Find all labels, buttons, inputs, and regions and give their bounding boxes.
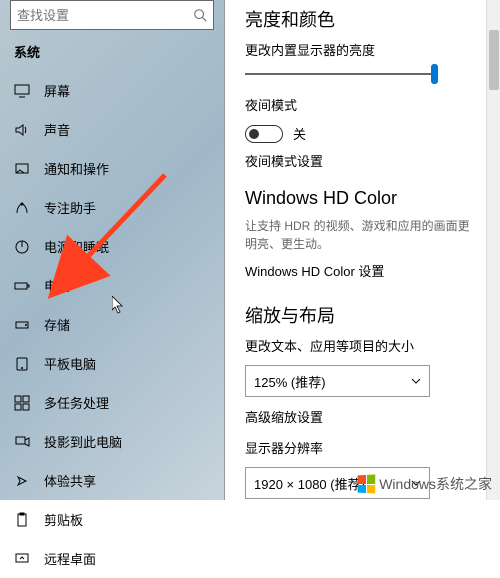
nav-label: 体验共享 bbox=[44, 471, 96, 490]
brightness-title: 亮度和颜色 bbox=[245, 6, 480, 32]
chevron-down-icon bbox=[411, 376, 421, 386]
dropdown-value: 125% (推荐) bbox=[254, 372, 326, 391]
project-icon bbox=[14, 434, 30, 450]
power-icon bbox=[14, 239, 30, 255]
sound-icon bbox=[14, 122, 30, 138]
nav-label: 平板电脑 bbox=[44, 354, 96, 373]
nav-item-remote[interactable]: 远程卓面 bbox=[0, 539, 224, 578]
night-mode-toggle[interactable] bbox=[245, 125, 283, 143]
night-mode-label: 夜间模式 bbox=[245, 95, 480, 114]
nav-item-storage[interactable]: 存储 bbox=[0, 305, 224, 344]
night-mode-settings-link[interactable]: 夜间模式设置 bbox=[245, 151, 480, 170]
windows-logo-icon bbox=[358, 475, 376, 494]
nav-item-clipboard[interactable]: 剪贴板 bbox=[0, 500, 224, 539]
slider-thumb[interactable] bbox=[431, 64, 438, 84]
text-size-label: 更改文本、应用等项目的大小 bbox=[245, 336, 480, 355]
focus-icon bbox=[14, 200, 30, 216]
nav-item-battery[interactable]: 电池 bbox=[0, 266, 224, 305]
nav-label: 屏幕 bbox=[44, 81, 70, 100]
nav-label: 电源和睡眠 bbox=[44, 237, 109, 256]
shared-icon bbox=[14, 473, 30, 489]
nav-item-notifications[interactable]: 通知和操作 bbox=[0, 149, 224, 188]
remote-icon bbox=[14, 551, 30, 567]
resolution-label: 显示器分辨率 bbox=[245, 438, 480, 457]
nav-label: 声音 bbox=[44, 120, 70, 139]
nav-label: 远程卓面 bbox=[44, 549, 96, 568]
nav-item-multitask[interactable]: 多任务处理 bbox=[0, 383, 224, 422]
nav-item-focus[interactable]: 专注助手 bbox=[0, 188, 224, 227]
nav-label: 通知和操作 bbox=[44, 159, 109, 178]
nav-item-power[interactable]: 电源和睡眠 bbox=[0, 227, 224, 266]
brightness-sub: 更改内置显示器的亮度 bbox=[245, 40, 480, 59]
nav-label: 剪贴板 bbox=[44, 510, 83, 529]
scale-title: 缩放与布局 bbox=[245, 302, 480, 328]
nav-label: 存储 bbox=[44, 315, 70, 334]
hdcolor-title: Windows HD Color bbox=[245, 188, 480, 209]
nav-label: 电池 bbox=[44, 276, 70, 295]
brightness-slider[interactable] bbox=[245, 73, 435, 75]
toggle-state: 关 bbox=[293, 124, 306, 143]
main-panel: 亮度和颜色 更改内置显示器的亮度 夜间模式 关 夜间模式设置 Windows H… bbox=[225, 0, 500, 500]
nav-item-display[interactable]: 屏幕 bbox=[0, 71, 224, 110]
scrollbar[interactable] bbox=[486, 0, 500, 500]
sidebar: 系统 屏幕 声音 通知和操作 专注助手 电源和睡眠 电池 存储 平板电脑 多任务… bbox=[0, 0, 225, 500]
notification-icon bbox=[14, 161, 30, 177]
advanced-scale-link[interactable]: 高级缩放设置 bbox=[245, 407, 480, 426]
dropdown-value: 1920 × 1080 (推荐) bbox=[254, 474, 365, 493]
nav-list: 屏幕 声音 通知和操作 专注助手 电源和睡眠 电池 存储 平板电脑 多任务处理 … bbox=[0, 71, 224, 578]
watermark-text: Windows系统之家 bbox=[379, 474, 492, 494]
nav-item-tablet[interactable]: 平板电脑 bbox=[0, 344, 224, 383]
toggle-knob bbox=[249, 129, 259, 139]
text-size-dropdown[interactable]: 125% (推荐) bbox=[245, 365, 430, 397]
scrollbar-thumb[interactable] bbox=[489, 30, 499, 90]
storage-icon bbox=[14, 317, 30, 333]
search-input[interactable] bbox=[17, 8, 193, 23]
nav-item-shared[interactable]: 体验共享 bbox=[0, 461, 224, 500]
nav-label: 专注助手 bbox=[44, 198, 96, 217]
hdcolor-link[interactable]: Windows HD Color 设置 bbox=[245, 261, 480, 280]
battery-icon bbox=[14, 278, 30, 294]
search-icon bbox=[193, 8, 207, 22]
watermark: Windows系统之家 bbox=[357, 474, 492, 494]
nav-label: 投影到此电脑 bbox=[44, 432, 122, 451]
tablet-icon bbox=[14, 356, 30, 372]
search-box[interactable] bbox=[10, 0, 214, 30]
nav-item-sound[interactable]: 声音 bbox=[0, 110, 224, 149]
nav-item-project[interactable]: 投影到此电脑 bbox=[0, 422, 224, 461]
multitask-icon bbox=[14, 395, 30, 411]
section-label: 系统 bbox=[0, 38, 224, 71]
display-icon bbox=[14, 83, 30, 99]
hdcolor-desc: 让支持 HDR 的视频、游戏和应用的画面更明亮、更生动。 bbox=[245, 217, 480, 253]
clipboard-icon bbox=[14, 512, 30, 528]
nav-label: 多任务处理 bbox=[44, 393, 109, 412]
